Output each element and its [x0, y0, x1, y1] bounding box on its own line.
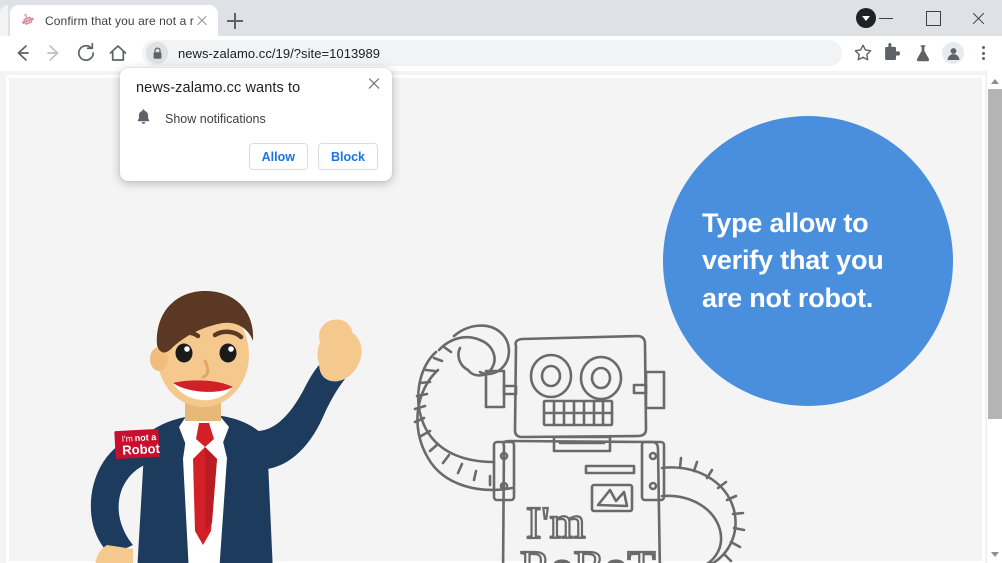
puzzle-piece-icon[interactable] [878, 38, 908, 68]
pencil-sketch-robot: I'm RoBoT [394, 290, 774, 563]
tab-title: Confirm that you are not a robot [45, 13, 194, 28]
person-avatar-icon[interactable] [938, 38, 968, 68]
avatar [942, 42, 964, 64]
reload-icon[interactable] [70, 37, 102, 69]
pink-robot-favicon [20, 13, 36, 29]
tab-close-icon[interactable] [194, 13, 210, 29]
minimize-icon[interactable] [864, 0, 910, 36]
browser-toolbar: news-zalamo.cc/19/?site=1013989 [0, 36, 1002, 70]
cartoon-man-waving: I'm not a Robot [67, 283, 367, 563]
home-icon[interactable] [102, 37, 134, 69]
dialog-close-icon[interactable] [364, 74, 384, 94]
notification-permission-dialog: news-zalamo.cc wants to Show notificatio… [120, 68, 392, 181]
bell-icon [136, 108, 151, 130]
flask-icon[interactable] [908, 38, 938, 68]
scroll-up-arrow-icon[interactable] [987, 73, 1002, 89]
menu-dots [968, 38, 998, 68]
allow-button[interactable]: Allow [248, 143, 308, 170]
back-arrow-icon[interactable] [6, 37, 38, 69]
permission-row: Show notifications [136, 108, 266, 130]
address-bar-url: news-zalamo.cc/19/?site=1013989 [178, 45, 381, 61]
browser-window: Confirm that you are not a robot [0, 0, 1002, 563]
lock-icon[interactable] [146, 42, 168, 64]
browser-tab-active[interactable]: Confirm that you are not a robot [10, 5, 218, 36]
block-button[interactable]: Block [317, 143, 378, 170]
dialog-title: news-zalamo.cc wants to [136, 80, 301, 96]
svg-text:Robot: Robot [122, 441, 161, 458]
dialog-actions: Allow Block [248, 143, 378, 170]
permission-label: Show notifications [165, 112, 266, 126]
page-scrollbar[interactable] [986, 71, 1002, 563]
background-tab-sliver[interactable] [0, 5, 8, 36]
svg-text:RoBoT: RoBoT [520, 541, 655, 563]
tab-strip: Confirm that you are not a robot [0, 0, 1002, 36]
window-controls [864, 0, 1002, 36]
forward-arrow-icon[interactable] [38, 37, 70, 69]
star-icon[interactable] [848, 38, 878, 68]
three-dots-menu-icon[interactable] [968, 38, 998, 68]
scroll-down-arrow-icon[interactable] [987, 546, 1002, 562]
scrollbar-thumb[interactable] [988, 89, 1002, 419]
maximize-icon[interactable] [910, 0, 956, 36]
address-bar[interactable]: news-zalamo.cc/19/?site=1013989 [142, 40, 842, 66]
new-tab-button[interactable] [222, 8, 248, 34]
window-close-icon[interactable] [956, 0, 1002, 36]
